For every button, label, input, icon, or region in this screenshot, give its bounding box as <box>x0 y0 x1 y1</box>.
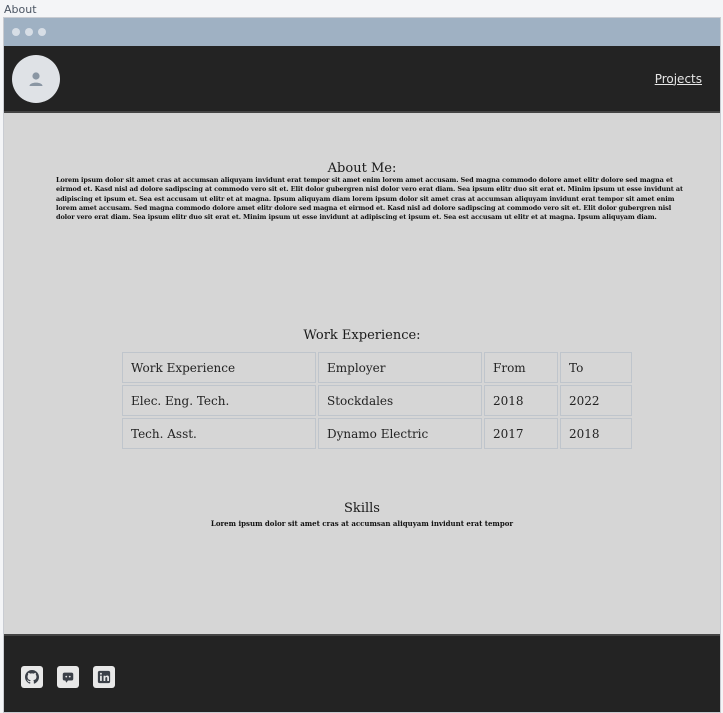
linkedin-icon <box>97 670 111 684</box>
table-cell: 2018 <box>560 418 632 449</box>
discord-link[interactable] <box>57 666 79 688</box>
window-title-bar <box>4 18 720 46</box>
table-cell: Elec. Eng. Tech. <box>122 385 316 416</box>
main-content: About Me: Lorem ipsum dolor sit amet cra… <box>4 113 720 638</box>
about-text: Lorem ipsum dolor sit amet cras at accum… <box>56 176 683 222</box>
table-cell: Dynamo Electric <box>318 418 482 449</box>
footer <box>4 634 720 712</box>
table-header-cell: Employer <box>318 352 482 383</box>
skills-title: Skills <box>344 501 380 516</box>
table-header-cell: From <box>484 352 558 383</box>
work-experience-table: Work Experience Employer From To Elec. E… <box>120 350 634 451</box>
github-link[interactable] <box>21 666 43 688</box>
table-header-row: Work Experience Employer From To <box>122 352 632 383</box>
table-cell: 2022 <box>560 385 632 416</box>
linkedin-link[interactable] <box>93 666 115 688</box>
table-cell: Tech. Asst. <box>122 418 316 449</box>
window-dot-close[interactable] <box>12 28 20 36</box>
table-row: Elec. Eng. Tech. Stockdales 2018 2022 <box>122 385 632 416</box>
table-cell: 2017 <box>484 418 558 449</box>
avatar[interactable] <box>12 54 60 103</box>
table-row: Tech. Asst. Dynamo Electric 2017 2018 <box>122 418 632 449</box>
github-icon <box>25 670 39 684</box>
table-cell: 2018 <box>484 385 558 416</box>
discord-icon <box>62 672 74 683</box>
browser-window: Projects About Me: Lorem ipsum dolor sit… <box>3 17 721 713</box>
work-title: Work Experience: <box>303 328 421 343</box>
about-title: About Me: <box>327 161 397 176</box>
nav-projects-link[interactable]: Projects <box>655 72 702 86</box>
top-navbar: Projects <box>4 46 720 113</box>
table-cell: Stockdales <box>318 385 482 416</box>
table-header-cell: Work Experience <box>122 352 316 383</box>
skills-text: Lorem ipsum dolor sit amet cras at accum… <box>210 519 514 528</box>
window-dot-maximize[interactable] <box>38 28 46 36</box>
page-tab-title: About <box>4 3 37 16</box>
window-dot-minimize[interactable] <box>25 28 33 36</box>
table-header-cell: To <box>560 352 632 383</box>
user-icon <box>29 71 43 86</box>
